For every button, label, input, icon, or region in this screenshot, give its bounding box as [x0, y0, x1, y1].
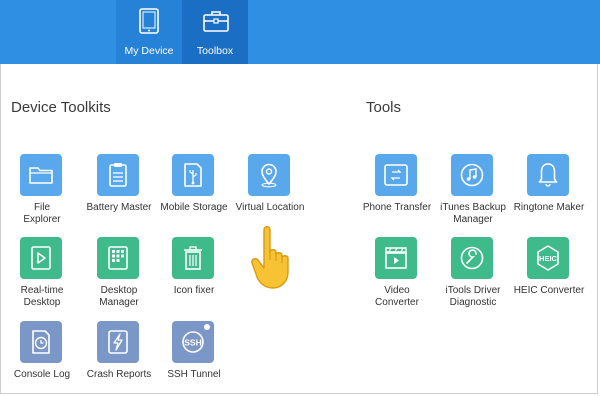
tool-virtual-location[interactable]: Virtual Location	[228, 154, 312, 224]
folder-icon	[20, 154, 62, 196]
usb-storage-icon	[172, 154, 214, 196]
tool-label: HEIC Converter	[513, 285, 585, 296]
ssh-icon: SSH	[172, 321, 214, 363]
tool-ssh-tunnel[interactable]: SSH SSH Tunnel	[152, 321, 236, 391]
tool-icon-fixer[interactable]: Icon fixer	[152, 237, 236, 307]
play-window-icon	[20, 237, 62, 279]
app-grid-icon	[97, 237, 139, 279]
location-pin-icon	[248, 154, 290, 196]
tab-label: My Device	[124, 45, 174, 57]
wrench-icon	[451, 237, 493, 279]
music-note-icon	[451, 154, 493, 196]
heic-text: HEIC	[539, 254, 558, 263]
tool-ringtone-maker[interactable]: Ringtone Maker	[507, 154, 591, 224]
tool-label: Ringtone Maker	[513, 202, 585, 213]
tool-label: Icon fixer	[173, 285, 215, 296]
toolbox-icon	[203, 8, 229, 34]
heic-icon: HEIC	[527, 237, 569, 279]
pointing-hand-icon	[248, 222, 298, 294]
bell-icon	[527, 154, 569, 196]
tab-my-device[interactable]: My Device	[116, 0, 182, 64]
lightning-icon	[97, 321, 139, 363]
section-title-device-toolkits: Device Toolkits	[11, 99, 111, 116]
section-title-tools: Tools	[366, 99, 402, 116]
top-navigation-bar: My Device Toolbox	[0, 0, 600, 64]
tool-label: SSH Tunnel	[167, 369, 221, 380]
clipboard-icon	[97, 154, 139, 196]
phone-transfer-icon	[375, 154, 417, 196]
tool-heic-converter[interactable]: HEIC HEIC Converter	[507, 237, 591, 307]
clock-log-icon	[20, 321, 62, 363]
tab-toolbox[interactable]: Toolbox	[182, 0, 248, 64]
tool-label: Virtual Location	[235, 202, 305, 213]
tab-label: Toolbox	[196, 45, 234, 57]
trash-icon	[172, 237, 214, 279]
tablet-icon	[137, 8, 161, 34]
video-clapper-icon	[375, 237, 417, 279]
ssh-text: SSH	[184, 338, 201, 348]
